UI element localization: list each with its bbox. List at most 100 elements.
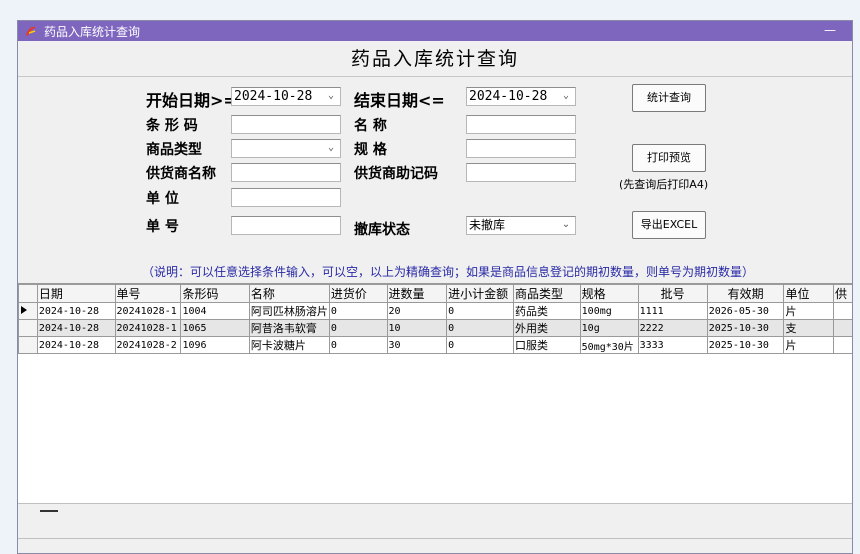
minimize-button[interactable]: — (818, 22, 842, 40)
end-date-picker[interactable]: 2024-10-28 ⌄ (466, 87, 576, 106)
row-header[interactable] (18, 336, 38, 354)
column-header[interactable]: 有效期 (706, 284, 785, 303)
table-cell[interactable]: 20241028-2 (114, 336, 182, 354)
table-cell[interactable]: 20241028-1 (114, 319, 182, 337)
unit-input[interactable] (231, 188, 341, 207)
table-cell[interactable]: 片 (783, 336, 834, 354)
column-header[interactable]: 供 (833, 284, 852, 303)
start-date-picker[interactable]: 2024-10-28 ⌄ (231, 87, 341, 106)
column-header[interactable]: 批号 (637, 284, 708, 303)
category-label: 商品类型 (146, 142, 202, 158)
supplier-input[interactable] (231, 163, 341, 182)
supplier-code-label: 供货商助记码 (354, 166, 438, 182)
column-header[interactable]: 商品类型 (512, 284, 581, 303)
table-cell[interactable]: 2025-10-30 (706, 336, 785, 354)
page-title: 药品入库统计查询 (18, 41, 852, 77)
table-cell[interactable]: 阿卡波糖片 (248, 336, 330, 354)
print-note: (先查询后打印A4) (619, 178, 709, 191)
column-header[interactable]: 进数量 (386, 284, 448, 303)
table-cell[interactable]: 1004 (180, 302, 250, 320)
divider (18, 538, 852, 539)
header-row: 日期 单号 条形码 名称 进货价 进数量 进小计金额 商品类型 规格 批号 有效… (18, 284, 852, 303)
column-header[interactable]: 单位 (783, 284, 834, 303)
table-cell[interactable] (833, 336, 852, 354)
table-cell[interactable]: 片 (783, 302, 834, 320)
order-label: 单 号 (146, 219, 179, 235)
table-cell[interactable]: 口服类 (512, 336, 581, 354)
table-cell[interactable]: 支 (783, 319, 834, 337)
table-cell[interactable]: 0 (446, 302, 514, 320)
table-cell[interactable]: 30 (386, 336, 448, 354)
table-cell[interactable]: 阿昔洛韦软膏 (248, 319, 330, 337)
start-date-label: 开始日期>= (146, 91, 237, 110)
row-header[interactable] (18, 319, 38, 337)
title-bar: 药品入库统计查询 — (18, 21, 852, 41)
supplier-code-input[interactable] (466, 163, 576, 182)
table-row[interactable]: 2024-10-28 20241028-1 1065 阿昔洛韦软膏 0 10 0… (18, 319, 852, 337)
barcode-input[interactable] (231, 115, 341, 134)
status-label: 撤库状态 (354, 222, 410, 238)
table-cell[interactable] (833, 302, 852, 320)
unit-label: 单 位 (146, 191, 179, 207)
table-cell[interactable]: 2222 (637, 319, 708, 337)
table-cell[interactable]: 2024-10-28 (36, 336, 116, 354)
end-date-label: 结束日期<= (354, 91, 445, 110)
supplier-label: 供货商名称 (146, 166, 216, 182)
table-row[interactable]: 2024-10-28 20241028-1 1004 阿司匹林肠溶片 0 20 … (18, 302, 852, 320)
column-header[interactable]: 进小计金额 (446, 284, 514, 303)
status-select[interactable]: 未撤库 ⌄ (466, 216, 576, 235)
column-header[interactable]: 进货价 (328, 284, 388, 303)
table-cell[interactable]: 0 (446, 336, 514, 354)
table-cell[interactable]: 20 (386, 302, 448, 320)
query-form: 开始日期>= 2024-10-28 ⌄ 结束日期<= 2024-10-28 ⌄ … (18, 77, 852, 268)
table-cell[interactable]: 2026-05-30 (706, 302, 785, 320)
results-grid[interactable]: 日期 单号 条形码 名称 进货价 进数量 进小计金额 商品类型 规格 批号 有效… (18, 283, 852, 503)
query-button[interactable]: 统计查询 (632, 84, 706, 112)
query-description: （说明：可以任意选择条件输入，可以空，以上为精确查询；如果是商品信息登记的期初数… (142, 265, 755, 279)
table-cell[interactable]: 2024-10-28 (36, 319, 116, 337)
table-cell[interactable]: 1065 (180, 319, 250, 337)
table-cell[interactable]: 1096 (180, 336, 250, 354)
column-header[interactable]: 条形码 (180, 284, 250, 303)
row-header-corner (18, 284, 38, 303)
table-cell[interactable]: 0 (328, 336, 388, 354)
table-cell[interactable]: 0 (446, 319, 514, 337)
table-cell[interactable]: 外用类 (512, 319, 581, 337)
spec-input[interactable] (466, 139, 576, 158)
row-pointer-icon[interactable] (18, 302, 38, 320)
table-cell[interactable]: 10g (579, 319, 639, 337)
footer-panel (18, 503, 852, 553)
table-row[interactable]: 2024-10-28 20241028-2 1096 阿卡波糖片 0 30 0 … (18, 336, 852, 354)
spec-label: 规 格 (354, 142, 387, 158)
chevron-down-icon[interactable]: ⌄ (325, 88, 337, 105)
chevron-down-icon[interactable]: ⌄ (325, 140, 337, 157)
table-cell[interactable]: 0 (328, 302, 388, 320)
table-cell[interactable]: 药品类 (512, 302, 581, 320)
minus-icon (40, 510, 58, 512)
table-cell[interactable]: 10 (386, 319, 448, 337)
table-cell[interactable]: 50mg*30片 (579, 336, 639, 354)
table-cell[interactable]: 20241028-1 (114, 302, 182, 320)
barcode-label: 条 形 码 (146, 118, 198, 134)
category-select[interactable]: ⌄ (231, 139, 341, 158)
window-title: 药品入库统计查询 (44, 24, 141, 39)
export-excel-button[interactable]: 导出EXCEL (632, 211, 706, 239)
column-header[interactable]: 名称 (248, 284, 330, 303)
table-cell[interactable]: 0 (328, 319, 388, 337)
table-cell[interactable]: 阿司匹林肠溶片 (248, 302, 330, 320)
chevron-down-icon[interactable]: ⌄ (560, 88, 572, 105)
app-logo-icon (26, 26, 36, 36)
table-cell[interactable]: 2025-10-30 (706, 319, 785, 337)
order-input[interactable] (231, 216, 341, 235)
chevron-down-icon[interactable]: ⌄ (560, 217, 572, 234)
table-cell[interactable]: 100mg (579, 302, 639, 320)
table-cell[interactable]: 3333 (637, 336, 708, 354)
column-header[interactable]: 单号 (114, 284, 182, 303)
table-cell[interactable] (833, 319, 852, 337)
column-header[interactable]: 规格 (579, 284, 639, 303)
table-cell[interactable]: 2024-10-28 (36, 302, 116, 320)
name-input[interactable] (466, 115, 576, 134)
print-preview-button[interactable]: 打印预览 (632, 144, 706, 172)
column-header[interactable]: 日期 (36, 284, 116, 303)
table-cell[interactable]: 1111 (637, 302, 708, 320)
